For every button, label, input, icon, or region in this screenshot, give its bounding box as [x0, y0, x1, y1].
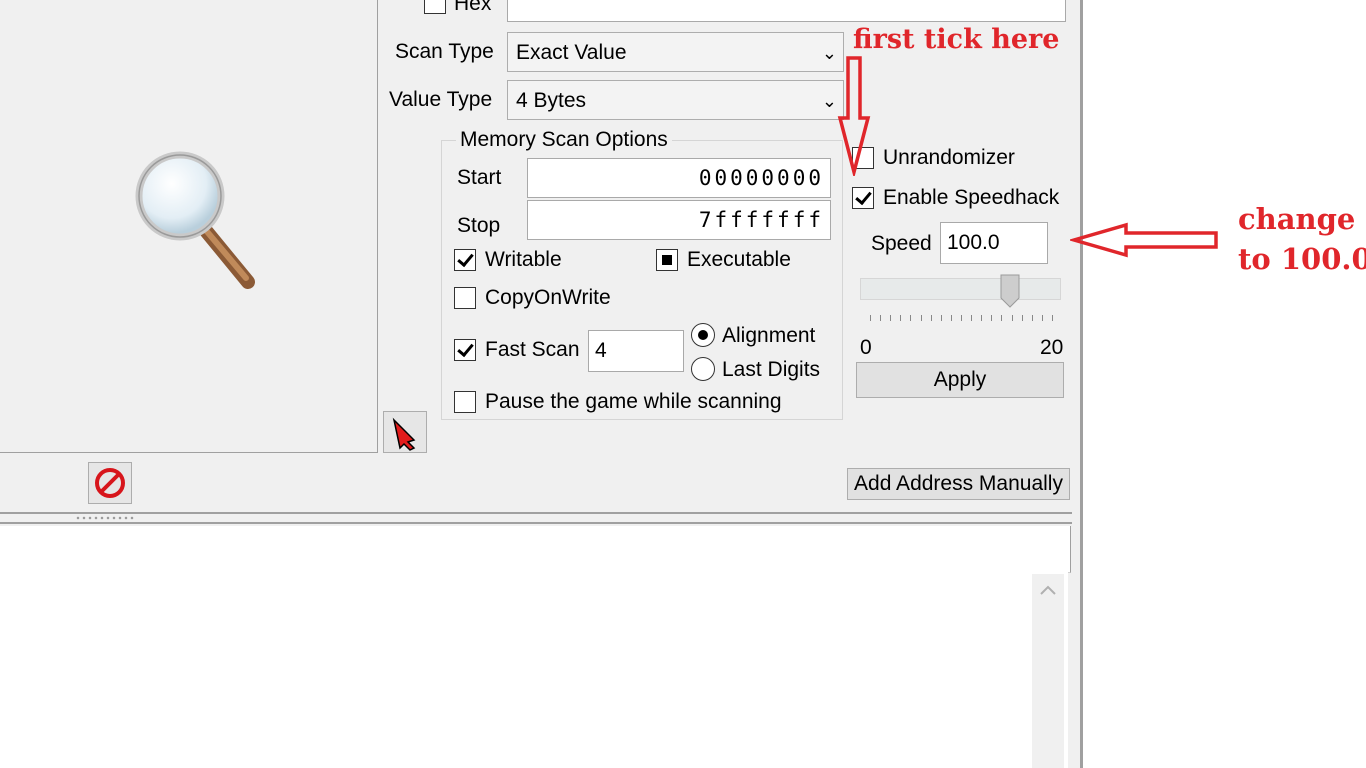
- slider-tick: [1031, 315, 1033, 321]
- hex-label: Hex: [454, 0, 492, 15]
- scroll-up-icon[interactable]: [1032, 574, 1064, 606]
- slider-tick: [880, 315, 882, 321]
- apply-button[interactable]: Apply: [856, 362, 1064, 398]
- value-type-select[interactable]: 4 Bytes ⌄: [507, 80, 844, 120]
- start-address-input[interactable]: 00000000: [527, 158, 831, 198]
- stop-scan-button[interactable]: [88, 462, 132, 504]
- address-list-scrollbar[interactable]: [1032, 574, 1064, 768]
- writable-checkbox[interactable]: [454, 249, 476, 271]
- pause-game-label: Pause the game while scanning: [485, 390, 782, 413]
- copyonwrite-label: CopyOnWrite: [485, 286, 611, 309]
- alignment-radio[interactable]: [691, 323, 715, 347]
- no-entry-icon: [95, 468, 125, 498]
- slider-tick: [1021, 315, 1023, 321]
- pause-game-checkbox[interactable]: [454, 391, 476, 413]
- slider-tick: [971, 315, 973, 321]
- desktop-background: [1083, 0, 1366, 768]
- annotation-arrow-left: [1070, 222, 1218, 258]
- memory-scan-options-title: Memory Scan Options: [456, 128, 672, 152]
- chevron-down-icon: ⌄: [821, 91, 837, 111]
- value-type-label: Value Type: [389, 88, 493, 111]
- stop-label: Stop: [457, 214, 501, 237]
- stop-address-input[interactable]: 7fffffff: [527, 200, 831, 240]
- unrandomizer-label: Unrandomizer: [883, 146, 1015, 169]
- chevron-down-icon: ⌄: [821, 43, 837, 63]
- slider-tick: [1041, 315, 1043, 321]
- slider-tick: [961, 315, 962, 321]
- speed-input[interactable]: 100.0: [940, 222, 1048, 264]
- address-list[interactable]: [0, 572, 1068, 768]
- select-process-button[interactable]: [383, 411, 427, 453]
- window-border: [1080, 0, 1083, 768]
- slider-tick: [900, 315, 902, 321]
- enable-speedhack-label: Enable Speedhack: [883, 186, 1060, 209]
- annotation-arrow-down: [837, 56, 871, 176]
- slider-tick: [981, 315, 983, 321]
- fastscan-checkbox[interactable]: [454, 339, 476, 361]
- lastdigits-label: Last Digits: [722, 358, 821, 381]
- alignment-label: Alignment: [722, 324, 816, 347]
- slider-tick: [1011, 315, 1013, 321]
- executable-checkbox[interactable]: [656, 249, 678, 271]
- add-address-manually-button[interactable]: Add Address Manually: [847, 468, 1070, 500]
- value-type-value: 4 Bytes: [516, 89, 587, 112]
- slider-tick: [870, 315, 871, 321]
- magnifier-icon: [135, 151, 255, 289]
- start-label: Start: [457, 166, 502, 189]
- speed-label: Speed: [871, 232, 932, 255]
- scan-type-value: Exact Value: [516, 41, 627, 64]
- slider-tick: [1001, 315, 1003, 321]
- slider-max-label: 20: [1040, 336, 1064, 359]
- lastdigits-radio[interactable]: [691, 357, 715, 381]
- slider-tick: [930, 315, 932, 321]
- process-icon-panel: [0, 0, 378, 453]
- slider-tick: [940, 315, 942, 321]
- slider-tick: [1052, 315, 1053, 321]
- executable-label: Executable: [687, 248, 791, 271]
- panel-splitter[interactable]: [0, 512, 1072, 524]
- slider-tick: [920, 315, 922, 321]
- splitter-grip[interactable]: [75, 516, 135, 520]
- writable-label: Writable: [485, 248, 562, 271]
- scan-type-select[interactable]: Exact Value ⌄: [507, 32, 844, 72]
- hex-checkbox[interactable]: [424, 0, 446, 14]
- speed-slider-track[interactable]: [860, 278, 1061, 300]
- slider-tick: [910, 315, 912, 321]
- annotation-change-line1: change: [1238, 202, 1356, 236]
- annotation-change-line2: to 100.0: [1238, 242, 1366, 276]
- speed-slider-thumb[interactable]: [1000, 274, 1020, 308]
- scan-value-input[interactable]: [507, 0, 1066, 22]
- slider-min-label: 0: [860, 336, 872, 359]
- slider-tick: [991, 315, 993, 321]
- copyonwrite-checkbox[interactable]: [454, 287, 476, 309]
- address-list-header: [0, 526, 1071, 573]
- slider-tick: [950, 315, 952, 321]
- pointer-arrow-icon: [392, 417, 416, 451]
- slider-tick: [890, 315, 892, 321]
- enable-speedhack-checkbox[interactable]: [852, 187, 874, 209]
- fastscan-input[interactable]: 4: [588, 330, 684, 372]
- annotation-first-tick: first tick here: [853, 24, 1060, 55]
- fastscan-label: Fast Scan: [485, 338, 580, 361]
- scan-type-label: Scan Type: [395, 40, 494, 63]
